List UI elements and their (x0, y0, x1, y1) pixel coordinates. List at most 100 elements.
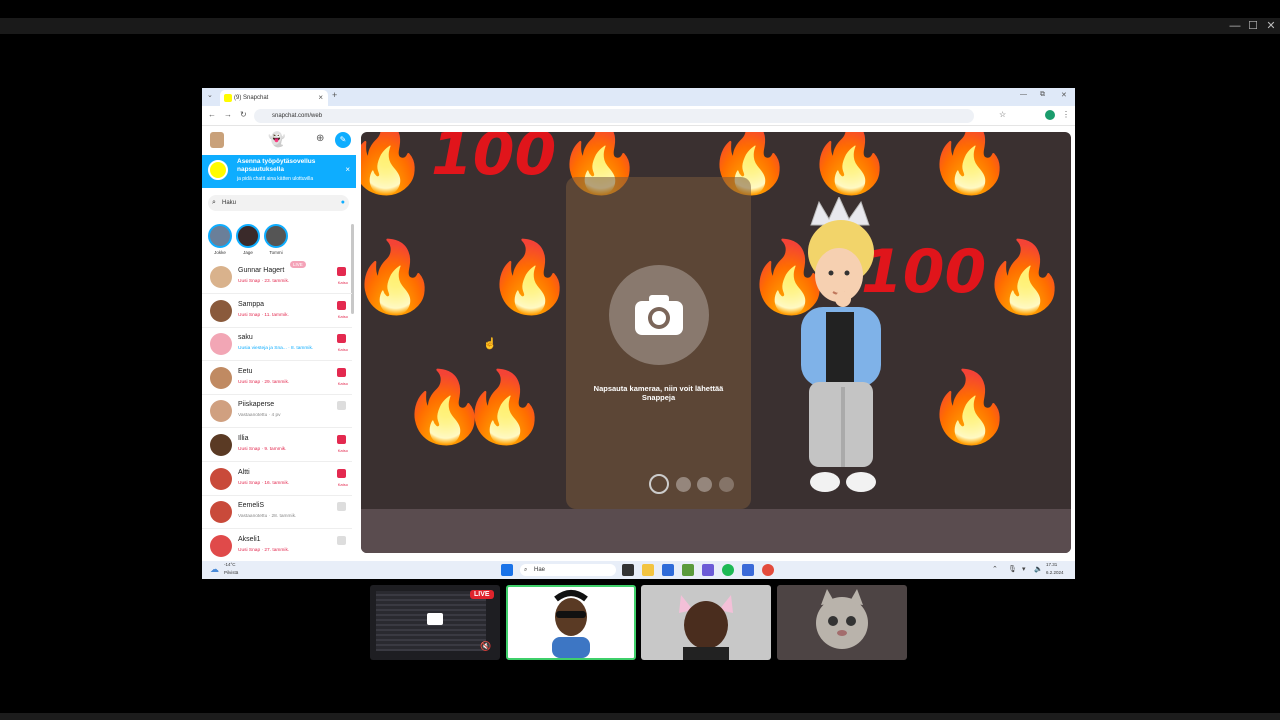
chrome-icon[interactable] (762, 564, 774, 576)
bitmoji-avatar (801, 197, 881, 492)
banner-close-icon[interactable]: × (345, 165, 350, 174)
store-icon[interactable] (662, 564, 674, 576)
browser-menu-icon[interactable]: ⋮ (1062, 110, 1070, 119)
browser-restore-button[interactable]: ⧉ (1040, 91, 1045, 99)
participant-tile-2[interactable] (641, 585, 771, 660)
windows-taskbar: ☁ -14°C Pilvistä ⌕ Hae ⌃ 🎙 ▾ 🔈 17.31 6.2… (202, 561, 1075, 579)
new-chat-icon[interactable]: ✎ (335, 132, 351, 148)
chat-row[interactable]: Piiskaperse Vastaanotettu · 4 pv (202, 395, 352, 429)
chat-row[interactable]: Samppa Uusi Snap · 11. tammik. Katso (202, 295, 352, 328)
bookmark-star-icon[interactable]: ☆ (999, 110, 1006, 119)
screen-share-tile[interactable]: LIVE 🔇 (370, 585, 500, 660)
chat-row[interactable]: Eetu Uusi Snap · 29. tammik. Katso (202, 362, 352, 395)
chat-avatar (210, 434, 232, 456)
screen-share-icon (427, 613, 443, 625)
install-app-banner[interactable]: Asenna työpöytäsovellus napsautuksella j… (202, 155, 356, 188)
snapchat-ghost-icon[interactable]: 👻 (268, 131, 285, 148)
view-snap-link[interactable]: Katso (338, 347, 348, 352)
profile-avatar[interactable] (1045, 110, 1055, 120)
lens-option[interactable] (697, 477, 712, 492)
chat-name: Akseli1 (238, 535, 261, 543)
chat-row[interactable]: EemeliS Vastaanotettu · 28. tammik. (202, 496, 352, 530)
chat-name: EemeliS (238, 502, 265, 510)
weather-icon: ☁ (210, 564, 219, 574)
tab-list-icon[interactable]: ⌄ (207, 91, 213, 99)
forward-icon[interactable]: → (224, 110, 232, 119)
participant-tile-3[interactable] (777, 585, 907, 660)
tab-title: (9) Snapchat (234, 95, 269, 101)
minecraft-icon[interactable] (682, 564, 694, 576)
story-avatar-jage[interactable] (236, 224, 260, 248)
chat-row[interactable]: Altti Uusi Snap · 16. tammik. Katso (202, 463, 352, 496)
tab-strip: ⌄ (9) Snapchat × + — ⧉ ✕ (202, 88, 1075, 106)
new-tab-button[interactable]: + (332, 90, 337, 100)
camera-button[interactable] (609, 265, 709, 365)
chat-avatar (210, 266, 232, 288)
back-icon[interactable]: ← (208, 110, 216, 119)
chat-row[interactable]: Akseli1 Uusi Snap · 27. tammik. (202, 530, 352, 561)
browser-tab[interactable]: (9) Snapchat × (220, 90, 328, 106)
chat-row[interactable]: saku Uusia viesteja ja Sna... · 8. tammik… (202, 328, 352, 362)
camera-prompt-card[interactable]: Napsauta kameraa, niin voit lähettää Sna… (566, 177, 751, 509)
participant-avatar (679, 595, 733, 660)
chat-status: Vastaanotettu · 28. tammik. (238, 514, 297, 520)
tray-chevron-icon[interactable]: ⌃ (992, 565, 998, 573)
browser-close-button[interactable]: ✕ (1061, 91, 1067, 99)
lens-option[interactable] (719, 477, 734, 492)
taskbar-search-placeholder: Hae (534, 567, 546, 573)
url-input[interactable]: snapchat.com/web (254, 109, 974, 123)
chat-avatar (210, 467, 232, 490)
view-snap-link[interactable]: Katso (338, 381, 348, 386)
tray-wifi-icon[interactable]: ▾ (1022, 565, 1026, 573)
microphone-icon[interactable]: ● (341, 195, 345, 211)
chat-status: Uusi Snap · 9. tammik. (238, 447, 287, 452)
my-bitmoji-avatar[interactable] (210, 132, 224, 148)
chat-name: Piiskaperse (238, 401, 275, 409)
view-snap-link[interactable]: Katso (338, 314, 348, 319)
close-button[interactable]: ✕ (1264, 18, 1278, 34)
app-icon[interactable] (742, 564, 754, 576)
spotify-icon[interactable] (722, 564, 734, 576)
discord-icon[interactable] (702, 564, 714, 576)
muted-speaker-icon[interactable]: 🔇 (480, 641, 494, 653)
view-snap-link[interactable]: Katso (338, 280, 348, 285)
reload-icon[interactable]: ↻ (240, 110, 247, 119)
task-view-icon[interactable] (622, 564, 634, 576)
browser-minimize-button[interactable]: — (1020, 91, 1027, 98)
chat-name: Illia (238, 435, 249, 442)
lens-option[interactable] (676, 477, 691, 492)
weather-temp: -14°C (224, 562, 236, 567)
new-snap-icon (337, 300, 346, 310)
chat-name: saku (238, 334, 253, 342)
view-snap-link[interactable]: Katso (338, 482, 348, 487)
chat-status: Uusi Snap · 29. tammik. (238, 379, 290, 385)
tab-close-icon[interactable]: × (318, 90, 323, 106)
lens-selector-active[interactable] (649, 474, 669, 494)
participant-avatar (552, 590, 590, 658)
camera-prompt-text: Napsauta kameraa, niin voit lähettää Sna… (593, 384, 724, 402)
windows-start-icon[interactable] (501, 564, 513, 576)
story-label-tommi: Tommi (269, 250, 283, 255)
tray-mic-icon[interactable]: 🎙 (1008, 565, 1017, 573)
new-snap-icon (337, 334, 346, 344)
maximize-button[interactable]: ☐ (1246, 18, 1260, 34)
mouse-cursor-icon: ☝ (483, 338, 497, 350)
chat-avatar (210, 299, 232, 322)
chat-avatar (210, 534, 232, 557)
tray-volume-icon[interactable]: 🔈 (1034, 565, 1043, 573)
file-explorer-icon[interactable] (642, 564, 654, 576)
chat-avatar (210, 333, 232, 356)
add-friend-icon[interactable]: ⊕ (316, 133, 324, 144)
taskbar-date: 6.2.2024 (1046, 570, 1064, 575)
fire-emoji-bg: 🔥 (806, 132, 894, 196)
chat-status: Uusia viesteja ja Sna... · 8. tammik. (238, 346, 314, 352)
minimize-button[interactable]: — (1228, 18, 1242, 34)
taskbar-search-input[interactable]: ⌕ Hae (520, 564, 616, 576)
chat-row[interactable]: Gunnar Hagert Uusi Snap · 23. tammik. Kats… (202, 261, 352, 294)
story-avatar-jokke[interactable] (208, 224, 232, 248)
search-input[interactable]: ⌕ Haku ● (208, 195, 349, 211)
chat-row[interactable]: Illia Uusi Snap · 9. tammik. Katso (202, 429, 352, 462)
participant-tile-1[interactable] (506, 585, 636, 660)
story-avatar-tommi[interactable] (264, 224, 288, 248)
view-snap-link[interactable]: Katso (338, 448, 348, 453)
